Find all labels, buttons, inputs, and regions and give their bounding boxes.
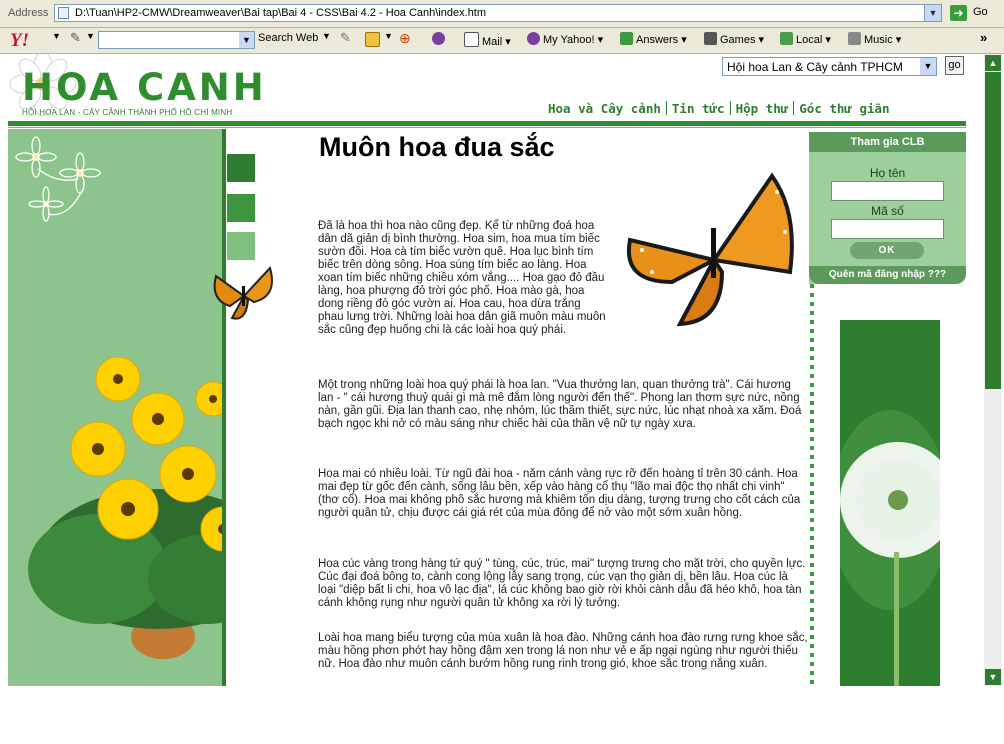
article-paragraph-3: Hoa mai có nhiều loài. Từ ngũ đài hoa - …	[318, 468, 801, 519]
article-paragraph-5: Loài hoa mang biểu tượng của mùa xuân là…	[318, 632, 808, 670]
logo-subtitle: HỘI HOA LAN - CÂY CẢNH THÀNH PHỐ HỒ CHÍ …	[22, 108, 233, 117]
nav-divider	[665, 101, 667, 115]
music-button[interactable]: Music ▾	[848, 32, 901, 46]
nav-link-tin-tuc[interactable]: Tin tức	[672, 101, 725, 116]
article-paragraph-1: Đã là hoa thì hoa nào cũng đẹp. Kể từ nh…	[318, 220, 606, 336]
music-icon	[848, 32, 861, 45]
yahoo-toolbar: Y! ▼ ✎ ▼ ▼ Search Web ▼ ✎ ▼ ⊕ Mail ▾ My …	[0, 28, 1004, 54]
nav-link-hoa-va-cay-canh[interactable]: Hoa và Cây cảnh	[548, 101, 661, 116]
block-medium	[227, 194, 255, 222]
pencil-icon[interactable]: ✎	[70, 30, 81, 46]
nav-divider	[729, 101, 731, 115]
my-yahoo-button[interactable]: My Yahoo! ▾	[527, 32, 603, 46]
article-paragraph-2: Một trong những loài hoa quý phái là hoa…	[318, 379, 802, 430]
games-button[interactable]: Games ▾	[704, 32, 764, 46]
target-icon[interactable]: ⊕	[399, 30, 411, 47]
nav-link-hop-thu[interactable]: Hộp thư	[736, 101, 789, 116]
address-bar: Address D:\Tuan\HP2-CMW\Dreamweaver\Bai …	[0, 0, 1004, 28]
login-title: Tham gia CLB	[809, 132, 966, 152]
nav-divider	[793, 101, 795, 115]
chevron-down-icon[interactable]: ▼	[239, 32, 254, 48]
games-icon	[704, 32, 717, 45]
chevron-down-icon[interactable]: ▼	[322, 31, 331, 41]
chevron-down-icon: ▼	[920, 58, 936, 75]
status-area	[0, 687, 1004, 744]
header-divider	[8, 121, 966, 126]
page-scrollbar[interactable]: ▲ ▼	[984, 54, 1002, 686]
left-sidebar	[8, 129, 278, 686]
address-label: Address	[8, 7, 49, 19]
scrollbar-thumb[interactable]	[985, 72, 1001, 389]
toolbar-more-button[interactable]: »	[980, 30, 987, 45]
mail-button[interactable]: Mail ▾	[464, 32, 511, 48]
site-logo[interactable]: HOA CANH HỘI HOA LAN - CÂY CẢNH THÀNH PH…	[9, 54, 290, 124]
chevron-down-icon[interactable]: ▼	[52, 31, 61, 41]
white-flower-icon	[15, 136, 101, 222]
small-butterfly-image	[213, 266, 273, 320]
search-web-button[interactable]: Search Web	[258, 32, 318, 44]
scroll-down-icon[interactable]: ▼	[985, 669, 1001, 685]
page-icon	[58, 7, 69, 19]
club-select[interactable]: Hội hoa Lan & Cây cảnh TPHCM ▼	[722, 57, 937, 76]
ok-button[interactable]: OK	[850, 242, 924, 259]
logo-text: HOA CANH	[22, 66, 267, 109]
mail-icon	[464, 32, 479, 47]
code-label: Mã số	[871, 204, 904, 218]
chevron-down-icon[interactable]: ▼	[384, 31, 393, 41]
login-box: Tham gia CLB Họ tên Mã số OK Quên mã đăn…	[809, 132, 966, 284]
block-light	[227, 232, 255, 260]
address-text: D:\Tuan\HP2-CMW\Dreamweaver\Bai tap\Bai …	[75, 7, 487, 19]
answers-icon	[620, 32, 633, 45]
go-button[interactable]: ➜ Go	[950, 4, 1000, 23]
web-page: HOA CANH HỘI HOA LAN - CÂY CẢNH THÀNH PH…	[0, 54, 984, 686]
name-field[interactable]	[831, 181, 944, 201]
scroll-up-icon[interactable]: ▲	[985, 55, 1001, 71]
local-button[interactable]: Local ▾	[780, 32, 831, 46]
headphones-icon[interactable]	[432, 32, 448, 46]
address-input[interactable]: D:\Tuan\HP2-CMW\Dreamweaver\Bai tap\Bai …	[54, 4, 942, 22]
dotted-divider	[810, 284, 814, 686]
top-nav: Hoa và Cây cảnh Tin tức Hộp thư Góc thư giã…	[548, 101, 890, 116]
block-dark	[227, 154, 255, 182]
club-go-button[interactable]: go	[945, 56, 964, 75]
my-yahoo-icon	[527, 32, 540, 45]
left-decoration	[15, 136, 278, 659]
dandelion-graphic	[840, 320, 940, 686]
code-field[interactable]	[831, 219, 944, 239]
toolbar-search-input[interactable]: ▼	[98, 31, 255, 49]
large-butterfly-image	[626, 172, 794, 327]
header-divider-thin	[8, 127, 966, 128]
chevron-down-icon[interactable]: ▼	[86, 31, 95, 41]
dandelion-image	[840, 320, 940, 686]
nav-link-goc-thu-gian[interactable]: Góc thư giãn	[799, 101, 889, 116]
bookmark-icon[interactable]	[365, 32, 383, 48]
chevron-down-icon[interactable]: ▼	[924, 5, 941, 21]
article-paragraph-4: Hoa cúc vàng trong hàng tứ quý " tùng, c…	[318, 558, 806, 609]
club-select-value: Hội hoa Lan & Cây cảnh TPHCM	[727, 60, 903, 74]
name-label: Họ tên	[869, 166, 906, 180]
answers-button[interactable]: Answers ▾	[620, 32, 687, 46]
flower-pot-image	[28, 356, 278, 659]
go-label: Go	[973, 6, 988, 18]
go-arrow-icon: ➜	[950, 5, 967, 21]
local-icon	[780, 32, 793, 45]
yahoo-logo-icon[interactable]: Y!	[10, 30, 29, 52]
left-divider	[222, 129, 226, 686]
article-title: Muôn hoa đua sắc	[319, 132, 555, 162]
forgot-code-link[interactable]: Quên mã đăng nhập ???	[809, 266, 966, 284]
highlight-icon[interactable]: ✎	[340, 30, 351, 46]
